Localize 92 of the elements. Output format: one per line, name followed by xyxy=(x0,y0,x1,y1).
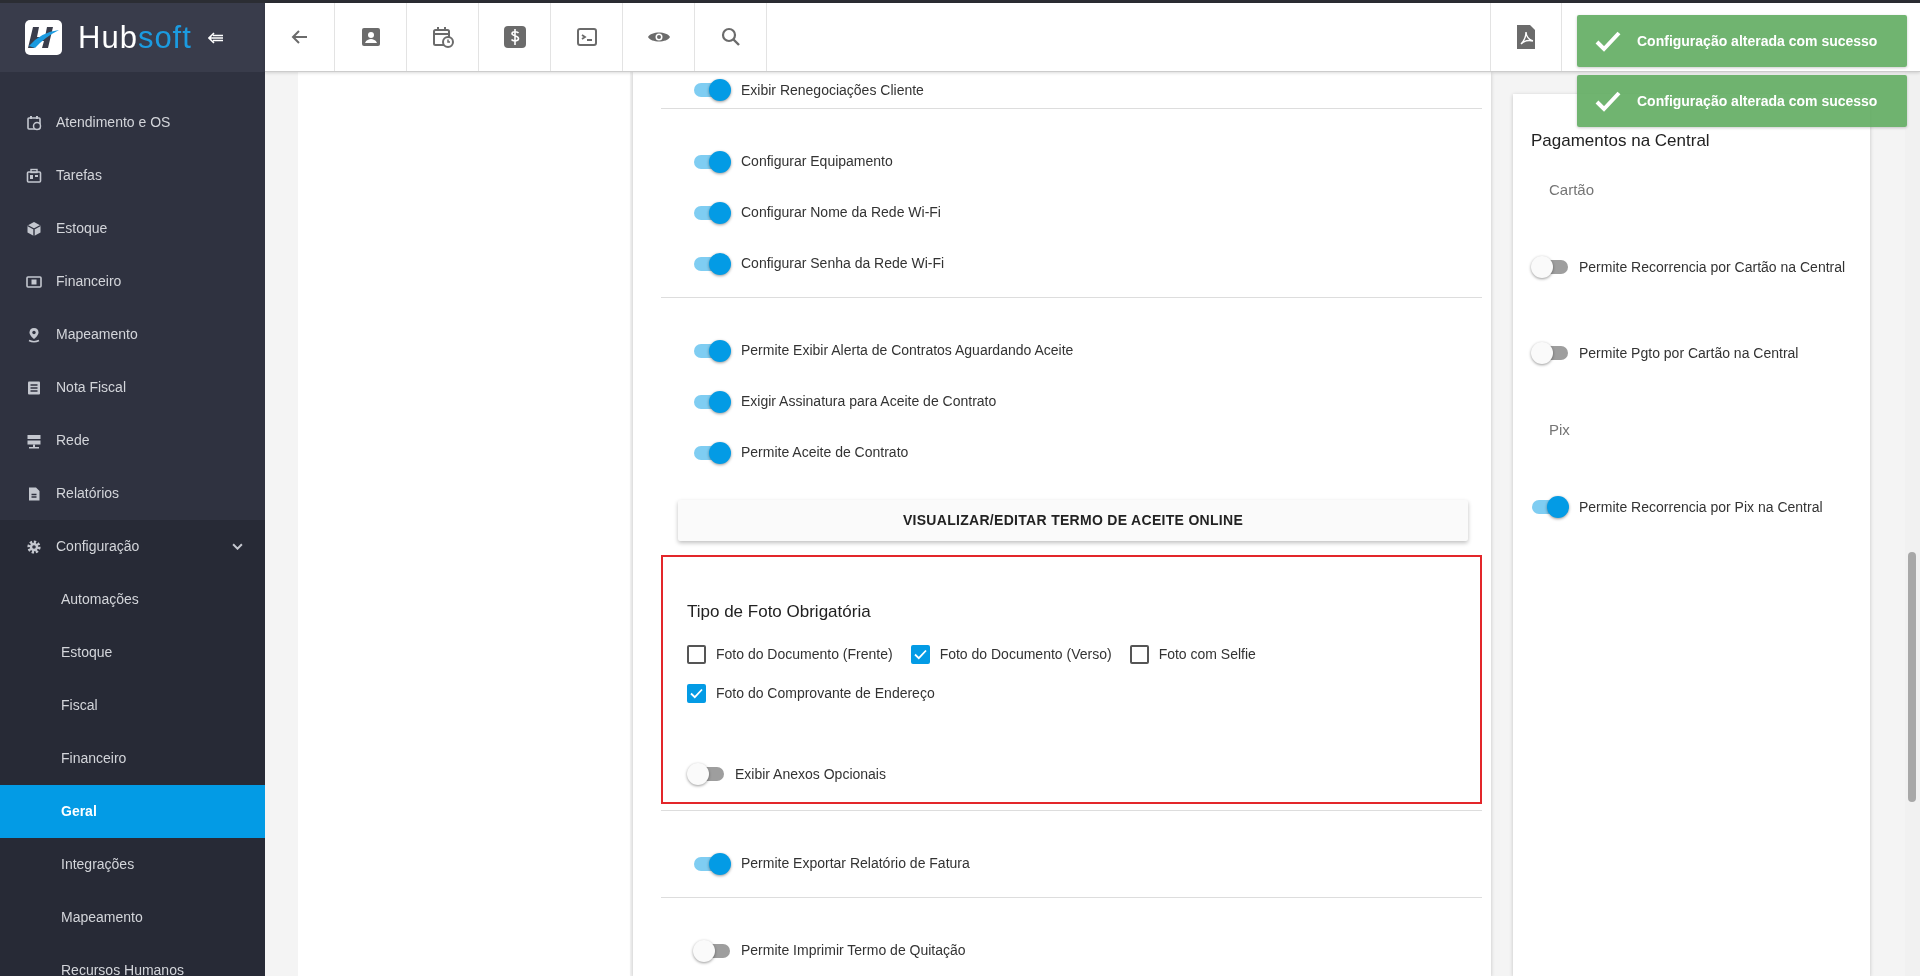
toggle-switch[interactable] xyxy=(693,441,731,464)
checkmark-icon xyxy=(1595,90,1621,112)
toolbar-button[interactable] xyxy=(623,3,695,71)
checkbox[interactable] xyxy=(687,644,706,664)
toggle-switch[interactable] xyxy=(693,79,731,101)
calendar-clock-icon xyxy=(430,25,455,49)
logo-icon xyxy=(25,20,62,55)
toolbar-button[interactable] xyxy=(1490,3,1562,71)
setting-label: Permite Recorrencia por Pix na Central xyxy=(1579,497,1823,517)
setting-label: Permite Pgto por Cartão na Central xyxy=(1579,343,1799,363)
sidebar-item[interactable]: Financeiro xyxy=(0,255,265,308)
sidebar-label: Financeiro xyxy=(56,272,123,291)
chevron-down-icon xyxy=(232,543,243,550)
sidebar-item[interactable]: Tarefas xyxy=(0,149,265,202)
checkbox[interactable] xyxy=(1129,644,1149,664)
setting-label: Exibir Anexos Opcionais xyxy=(735,764,886,784)
subsection-heading: Cartão xyxy=(1548,180,1596,200)
pdf-icon xyxy=(1514,24,1538,50)
checkbox-label: Foto com Selfie xyxy=(1158,644,1256,664)
sidebar-subitem[interactable]: Automações xyxy=(0,573,265,626)
toolbar-button[interactable] xyxy=(551,3,623,71)
sidebar-label: Rede xyxy=(56,431,91,450)
checkmark-icon xyxy=(1595,30,1621,52)
setting-label: Configurar Equipamento xyxy=(741,152,893,171)
toggle-switch[interactable] xyxy=(693,852,731,875)
section-title: Pagamentos na Central xyxy=(1531,130,1711,152)
checkbox-label: Foto do Documento (Frente) xyxy=(716,644,893,664)
setting-label: Permite Exibir Alerta de Contratos Aguardando Aceite xyxy=(741,341,1074,360)
money-icon xyxy=(26,273,42,290)
setting-label: Permite Exportar Relatório de Fatura xyxy=(741,854,970,873)
sidebar-item[interactable]: Atendimento e OS xyxy=(0,96,265,149)
sidebar-label: Nota Fiscal xyxy=(56,378,128,397)
checkbox-label: Foto do Comprovante de Endereço xyxy=(716,683,935,703)
sidebar-label: Estoque xyxy=(56,219,109,238)
toggle-switch[interactable] xyxy=(693,201,731,224)
sidebar-label: Configuração xyxy=(56,537,141,556)
document-icon xyxy=(26,379,42,396)
toggle-switch[interactable] xyxy=(693,339,731,362)
setting-label: Configurar Senha da Rede Wi-Fi xyxy=(741,254,945,273)
subsection-heading: Pix xyxy=(1548,420,1571,440)
toolbar-button[interactable] xyxy=(479,3,551,71)
sidebar-subitem[interactable]: Recursos Humanos xyxy=(0,944,265,976)
sidebar-item[interactable]: Nota Fiscal xyxy=(0,361,265,414)
toolbar-button[interactable] xyxy=(407,3,479,71)
map-pin-icon xyxy=(26,326,42,343)
collapse-menu-icon[interactable] xyxy=(207,31,224,44)
toggle-switch[interactable] xyxy=(693,150,731,173)
sidebar-item[interactable]: Relatórios xyxy=(0,467,265,520)
sidebar-label: Atendimento e OS xyxy=(56,113,172,132)
briefcase-icon xyxy=(26,167,42,184)
setting-label: Configurar Nome da Rede Wi-Fi xyxy=(741,203,941,222)
checkbox-label: Foto do Documento (Verso) xyxy=(939,644,1112,664)
file-icon xyxy=(26,485,42,502)
setting-label: Exigir Assinatura para Aceite de Contrato xyxy=(741,392,997,411)
calendar-icon xyxy=(26,114,42,131)
sidebar-item[interactable]: Configuração xyxy=(0,520,265,573)
toggle-switch[interactable] xyxy=(693,390,731,413)
toast-message: Configuração alterada com sucesso xyxy=(1637,91,1878,111)
sidebar-item[interactable]: Estoque xyxy=(0,202,265,255)
checkbox[interactable] xyxy=(687,683,706,703)
sidebar-subitem[interactable]: Estoque xyxy=(0,626,265,679)
toolbar-button[interactable] xyxy=(335,3,407,71)
toggle-switch[interactable] xyxy=(687,763,725,785)
toggle-switch[interactable] xyxy=(693,252,731,275)
logo-text: Hubsoft xyxy=(78,22,192,53)
toggle-switch[interactable] xyxy=(693,939,731,962)
sidebar-item[interactable]: Mapeamento xyxy=(0,308,265,361)
server-icon xyxy=(26,432,42,449)
setting-label: Exibir Renegociações Cliente xyxy=(741,80,924,100)
sidebar-label: Tarefas xyxy=(56,166,103,185)
dollar-icon xyxy=(502,25,527,49)
setting-label: Permite Recorrencia por Cartão na Central xyxy=(1579,257,1846,277)
terminal-icon xyxy=(574,25,599,49)
scrollbar-thumb[interactable] xyxy=(1908,552,1916,802)
section-title: Tipo de Foto Obrigatória xyxy=(687,601,872,623)
sidebar-subitem[interactable]: Financeiro xyxy=(0,732,265,785)
toast-message: Configuração alterada com sucesso xyxy=(1637,31,1878,51)
sidebar-label: Mapeamento xyxy=(56,325,139,344)
cube-icon xyxy=(26,220,42,237)
sidebar-item[interactable]: Rede xyxy=(0,414,265,467)
sidebar-label: Relatórios xyxy=(56,484,121,503)
gear-icon xyxy=(26,538,42,555)
toggle-switch[interactable] xyxy=(1531,256,1569,278)
sidebar-subitem[interactable]: Integrações xyxy=(0,838,265,891)
terms-button[interactable]: VISUALIZAR/EDITAR TERMO DE ACEITE ONLINE xyxy=(678,500,1468,541)
sidebar-subitem[interactable]: Fiscal xyxy=(0,679,265,732)
setting-label: Permite Imprimir Termo de Quitação xyxy=(741,941,966,960)
setting-label: Permite Aceite de Contrato xyxy=(741,443,909,462)
sidebar-subitem[interactable]: Mapeamento xyxy=(0,891,265,944)
toggle-switch[interactable] xyxy=(1531,342,1569,364)
checkbox[interactable] xyxy=(910,644,930,664)
toggle-switch[interactable] xyxy=(1531,496,1569,518)
